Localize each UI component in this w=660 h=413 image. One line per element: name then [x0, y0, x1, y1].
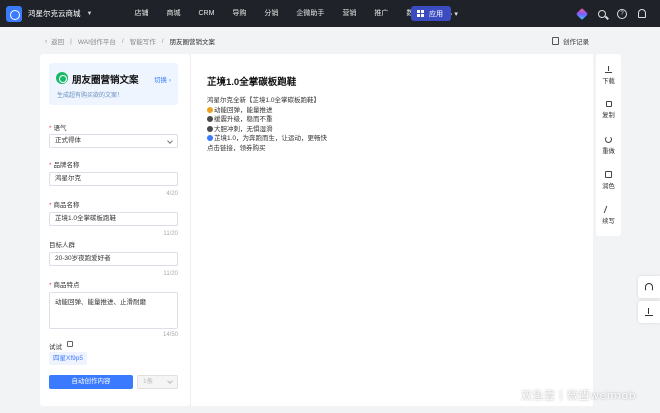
breadcrumb-item-wai-platform[interactable]: WAI创作平台	[78, 36, 116, 46]
clock-emoji-icon	[207, 125, 213, 132]
nav-item-marketing[interactable]: 营销	[333, 0, 365, 27]
target-audience-label: 目标人群	[49, 242, 75, 249]
try-label: 试试	[49, 344, 62, 351]
watermark: 双鱼壹丨微盟weimob	[521, 389, 637, 402]
apps-grid-icon	[417, 10, 424, 17]
chevron-down-icon	[167, 378, 173, 384]
try-hint-icon[interactable]	[67, 341, 73, 347]
result-title: 芷境1.0全掌碳板跑鞋	[207, 77, 297, 88]
back-chevron-icon[interactable]: ‹	[45, 38, 47, 45]
notification-bell-icon[interactable]	[638, 9, 646, 18]
customer-service-button[interactable]	[638, 276, 660, 298]
brand-name-counter: 4/20	[166, 191, 178, 197]
result-count-value: 1条	[143, 378, 154, 385]
generate-content-button[interactable]: 自动创作内容	[49, 375, 133, 389]
tone-select-value: 正式得体	[55, 137, 81, 144]
result-line: 动能回弹，能量推进	[207, 106, 327, 116]
nav-item-distribution[interactable]: 分销	[255, 0, 287, 27]
product-name-counter: 11/20	[163, 231, 178, 237]
switch-template-link[interactable]: 切换 ›	[154, 74, 171, 84]
polish-label: 润色	[602, 183, 615, 190]
polish-icon	[605, 171, 612, 178]
form-panel: 朋友圈营销文案 生成超有购买欲的文案！ 切换 › * 语气 正式得体 * 品牌名称 …	[40, 54, 190, 406]
download-icon	[605, 66, 612, 73]
apps-button-label: 应用	[429, 10, 443, 18]
brand-logo-icon	[6, 5, 22, 22]
result-line: 点击链接，领券购买	[207, 144, 266, 152]
creation-history-button[interactable]: 创作记录	[552, 36, 589, 46]
breadcrumb-item-smart-writing[interactable]: 智能写作	[130, 36, 156, 46]
sneaker-emoji-icon	[207, 116, 213, 123]
nav-item-crm[interactable]: CRM	[189, 0, 223, 27]
download-icon	[645, 308, 653, 316]
try-example-tag[interactable]: 四星Xf9p5	[49, 352, 87, 365]
copy-label: 复制	[602, 112, 615, 119]
copy-icon	[605, 101, 612, 107]
continue-writing-label: 续写	[602, 218, 615, 225]
redo-button[interactable]: 重做	[596, 136, 621, 155]
continue-writing-button[interactable]: 续写	[596, 206, 621, 225]
creation-history-label: 创作记录	[563, 39, 589, 46]
result-count-select[interactable]: 1条	[137, 375, 178, 389]
product-features-label: * 商品特点	[49, 282, 80, 289]
polish-button[interactable]: 润色	[596, 171, 621, 190]
result-content[interactable]: 鸿星尔克全新【芷境1.0全掌碳板跑鞋】 动能回弹，能量推进 缓震升级，稳而不重 …	[207, 96, 327, 154]
side-download-button[interactable]	[638, 301, 660, 323]
target-audience-input[interactable]: 20-30岁夜跑爱好者	[49, 252, 178, 266]
breadcrumb-separator: /	[121, 37, 124, 45]
product-features-textarea[interactable]: 动能回弹、能量推进、止滑耐磨	[49, 292, 178, 329]
breadcrumb: ‹ 返回 | WAI创作平台 / 智能写作 / 朋友圈营销文案 创作记录	[40, 33, 593, 49]
pen-icon	[603, 206, 614, 213]
template-card: 朋友圈营销文案 生成超有购买欲的文案！ 切换 ›	[49, 63, 178, 105]
tone-select[interactable]: 正式得体	[49, 134, 178, 148]
back-link[interactable]: 返回	[51, 36, 64, 46]
breadcrumb-separator: |	[70, 37, 72, 45]
document-icon	[552, 37, 559, 45]
product-name-label: * 商品名称	[49, 202, 80, 209]
breadcrumb-separator: /	[161, 37, 164, 45]
brand-name-label: * 品牌名称	[49, 162, 80, 169]
result-line: 缓震升级，稳而不重	[207, 115, 327, 125]
product-name-input[interactable]: 芷境1.0全掌碳板跑鞋	[49, 212, 178, 226]
product-features-counter: 14/50	[162, 332, 178, 338]
template-title: 朋友圈营销文案	[72, 75, 139, 86]
breadcrumb-item-current: 朋友圈营销文案	[169, 39, 216, 46]
template-subtitle: 生成超有购买欲的文案！	[57, 93, 124, 99]
result-line: 芷境1.0，为奔跑而生，让运动，更畅快	[207, 134, 327, 144]
tone-label: * 语气	[49, 125, 67, 132]
help-icon[interactable]: ?	[617, 8, 627, 19]
nav-item-promotion[interactable]: 推广	[365, 0, 397, 27]
refresh-icon	[605, 136, 612, 143]
wechat-moments-icon	[56, 72, 68, 84]
top-nav-bar: 鸿星尔克云商城 ▼ 店铺 商城 CRM 导购 分销 企微助手 营销 推广 数据 …	[0, 0, 660, 27]
result-panel: 芷境1.0全掌碳板跑鞋 鸿星尔克全新【芷境1.0全掌碳板跑鞋】 动能回弹，能量推…	[190, 54, 593, 406]
nav-item-wecom-assistant[interactable]: 企微助手	[287, 0, 333, 27]
result-line: 大胆冲刺，无惧湿滑	[207, 125, 327, 135]
copy-button[interactable]: 复制	[596, 101, 621, 119]
target-audience-counter: 11/20	[163, 271, 178, 277]
brand-switch-chevron-icon[interactable]: ▼	[87, 11, 93, 17]
download-label: 下载	[602, 78, 615, 85]
fire-emoji-icon	[207, 106, 213, 113]
brand-name[interactable]: 鸿星尔克云商城	[28, 8, 81, 19]
result-actions-toolbar: 下载 复制 重做 润色 续写	[596, 54, 621, 236]
redo-label: 重做	[602, 148, 615, 155]
brand-name-input[interactable]: 鸿星尔克	[49, 172, 178, 186]
headset-icon	[645, 283, 653, 291]
apps-button[interactable]: 应用	[411, 6, 451, 21]
nav-item-store[interactable]: 店铺	[125, 0, 157, 27]
nav-item-mall[interactable]: 商城	[157, 0, 189, 27]
nav-item-guide[interactable]: 导购	[223, 0, 255, 27]
download-button[interactable]: 下载	[596, 66, 621, 85]
chevron-down-icon	[167, 138, 173, 144]
search-icon[interactable]	[598, 9, 606, 18]
runner-emoji-icon	[207, 135, 213, 142]
top-right-icons: ?	[566, 0, 646, 27]
ai-cube-icon[interactable]	[575, 7, 589, 20]
result-line: 鸿星尔克全新【芷境1.0全掌碳板跑鞋】	[207, 97, 321, 104]
